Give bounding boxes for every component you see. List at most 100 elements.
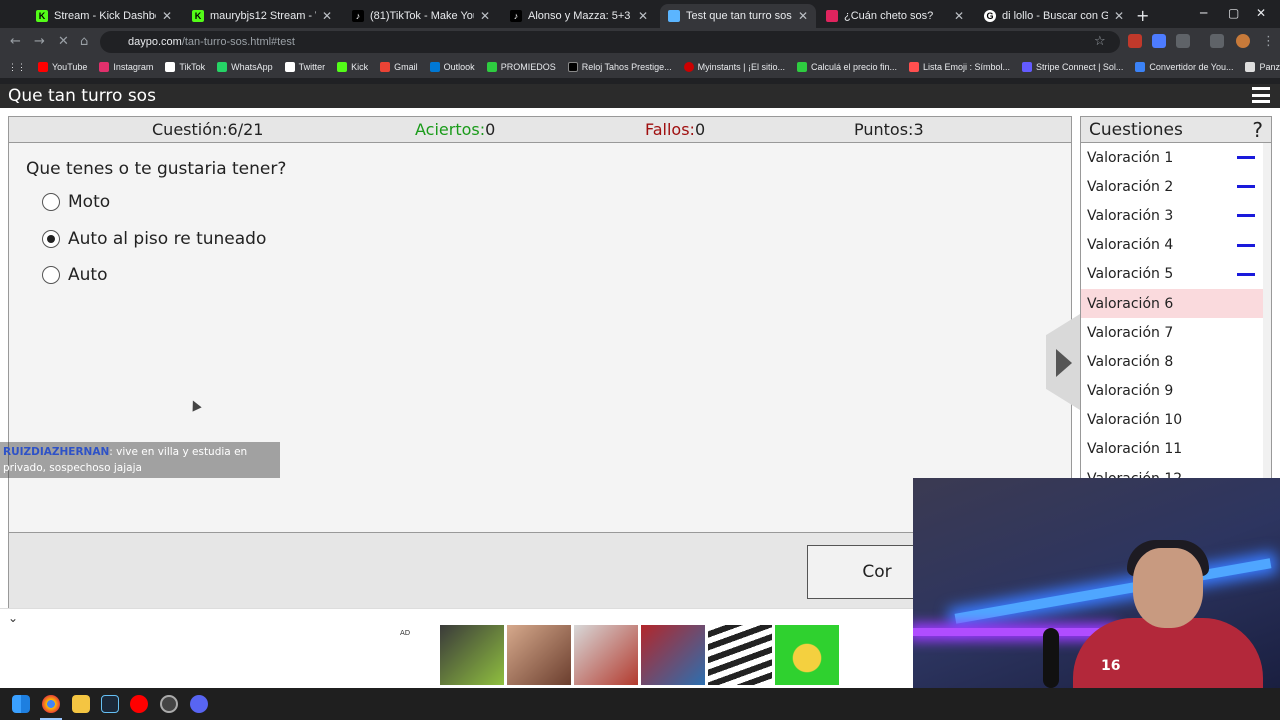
question-list-item[interactable]: Valoración 9 bbox=[1081, 377, 1271, 406]
ad-product-image[interactable] bbox=[708, 625, 772, 685]
apps-grid-icon[interactable]: ⋮⋮ bbox=[8, 62, 26, 73]
question-list-item[interactable]: Valoración 3 bbox=[1081, 201, 1271, 230]
bookmark-outlook[interactable]: Outlook bbox=[429, 62, 475, 72]
youtube-icon[interactable] bbox=[130, 695, 148, 713]
bookmark-instagram[interactable]: Instagram bbox=[99, 62, 153, 72]
answer-option-selected[interactable]: Auto al piso re tuneado bbox=[42, 229, 266, 249]
close-tab-icon[interactable]: ✕ bbox=[322, 9, 332, 23]
bookmark-myinstants[interactable]: Myinstants | ¡El sitio... bbox=[683, 62, 785, 72]
extensions-puzzle-icon[interactable] bbox=[1176, 34, 1190, 48]
question-list-item-current[interactable]: Valoración 6 bbox=[1081, 288, 1271, 319]
radio-button-checked[interactable] bbox=[42, 230, 60, 248]
hamburger-menu-icon[interactable] bbox=[1252, 87, 1270, 103]
wrong-counter: Fallos:0 bbox=[645, 120, 705, 139]
radio-button[interactable] bbox=[42, 193, 60, 211]
radio-button[interactable] bbox=[42, 266, 60, 284]
browser-menu-icon[interactable]: ⋮ bbox=[1262, 34, 1275, 49]
forward-icon[interactable]: → bbox=[34, 34, 45, 49]
question-list-item[interactable]: Valoración 10 bbox=[1081, 406, 1271, 435]
bookmark-reloj[interactable]: Reloj Tahos Prestige... bbox=[567, 62, 672, 72]
question-list-item[interactable]: Valoración 1 bbox=[1081, 143, 1271, 172]
windows-start-icon[interactable] bbox=[12, 695, 30, 713]
browser-tab[interactable]: K Stream - Kick Dashboard ✕ bbox=[28, 4, 180, 28]
bookmark-twitter[interactable]: Twitter bbox=[284, 62, 325, 72]
question-list-item[interactable]: Valoración 5 bbox=[1081, 260, 1271, 289]
ad-product-image[interactable] bbox=[574, 625, 638, 685]
close-tab-icon[interactable]: ✕ bbox=[638, 9, 648, 23]
question-list-item[interactable]: Valoración 4 bbox=[1081, 231, 1271, 260]
question-list-item[interactable]: Valoración 2 bbox=[1081, 172, 1271, 201]
bookmark-kick[interactable]: Kick bbox=[337, 62, 368, 72]
chrome-icon[interactable] bbox=[42, 695, 60, 713]
close-tab-icon[interactable]: ✕ bbox=[1114, 9, 1124, 23]
discord-icon[interactable] bbox=[190, 695, 208, 713]
question-item-label: Valoración 1 bbox=[1087, 149, 1174, 166]
obs-icon[interactable] bbox=[160, 695, 178, 713]
file-explorer-icon[interactable] bbox=[72, 695, 90, 713]
minimize-icon[interactable]: ─ bbox=[1200, 6, 1207, 20]
question-item-label: Valoración 5 bbox=[1087, 266, 1174, 283]
bookmark-convertidor[interactable]: Convertidor de You... bbox=[1135, 62, 1233, 72]
bookmark-calculadora[interactable]: Calculá el precio fin... bbox=[796, 62, 897, 72]
help-icon[interactable]: ? bbox=[1252, 118, 1263, 142]
profile-avatar[interactable] bbox=[1236, 34, 1250, 48]
reading-list-icon[interactable] bbox=[1210, 34, 1224, 48]
browser-tab[interactable]: ¿Cuán cheto sos? ✕ bbox=[818, 4, 972, 28]
maximize-icon[interactable]: ▢ bbox=[1228, 6, 1239, 20]
browser-tab[interactable]: ♪ Alonso y Mazza: 5+3 Momentos ✕ bbox=[502, 4, 656, 28]
question-item-label: Valoración 7 bbox=[1087, 324, 1174, 341]
bookmark-promiedos[interactable]: PROMIEDOS bbox=[486, 62, 556, 72]
daypo-icon bbox=[668, 10, 680, 22]
home-icon[interactable]: ⌂ bbox=[80, 34, 88, 49]
ad-product-image[interactable] bbox=[507, 625, 571, 685]
ad-product-image[interactable] bbox=[440, 625, 504, 685]
extension-icon[interactable] bbox=[1128, 34, 1142, 48]
webcam-overlay: 16 bbox=[913, 478, 1280, 688]
close-tab-icon[interactable]: ✕ bbox=[480, 9, 490, 23]
question-list-item[interactable]: Valoración 7 bbox=[1081, 318, 1271, 347]
bookmark-whatsapp[interactable]: WhatsApp bbox=[217, 62, 273, 72]
kick-icon: K bbox=[36, 10, 48, 22]
steam-icon[interactable] bbox=[101, 695, 119, 713]
bookmark-label: Lista Emoji : Símbol... bbox=[923, 62, 1011, 72]
tab-title: Alonso y Mazza: 5+3 Momentos bbox=[528, 10, 632, 22]
new-tab-button[interactable]: + bbox=[1136, 6, 1149, 25]
bookmark-youtube[interactable]: YouTube bbox=[38, 62, 87, 72]
bookmark-emoji[interactable]: Lista Emoji : Símbol... bbox=[909, 62, 1010, 72]
chat-username: RUIZDIAZHERNAN bbox=[3, 446, 110, 458]
address-bar[interactable]: daypo.com/tan-turro-sos.html#test bbox=[100, 31, 1120, 53]
browser-tab[interactable]: ♪ (81)TikTok - Make Your Day ✕ bbox=[344, 4, 498, 28]
close-tab-icon[interactable]: ✕ bbox=[798, 9, 808, 23]
close-tab-icon[interactable]: ✕ bbox=[954, 9, 964, 23]
browser-tab[interactable]: Gdi lollo - Buscar con Google ✕ bbox=[976, 4, 1132, 28]
collapse-ad-chevron-icon[interactable]: ⌄ bbox=[8, 611, 18, 625]
stat-value: 3 bbox=[913, 120, 924, 139]
extension-icon[interactable] bbox=[1152, 34, 1166, 48]
answer-option[interactable]: Auto bbox=[42, 265, 107, 285]
window-close-icon[interactable]: ✕ bbox=[1256, 6, 1266, 20]
bookmark-label: Outlook bbox=[443, 62, 475, 72]
ad-product-image[interactable] bbox=[775, 625, 839, 685]
bookmark-stripe[interactable]: Stripe Connect | Sol... bbox=[1022, 62, 1123, 72]
back-icon[interactable]: ← bbox=[10, 34, 21, 49]
close-tab-icon[interactable]: ✕ bbox=[162, 9, 172, 23]
stop-loading-icon[interactable]: ✕ bbox=[58, 34, 69, 49]
question-list-item[interactable]: Valoración 8 bbox=[1081, 347, 1271, 376]
answer-option[interactable]: Moto bbox=[42, 192, 110, 212]
myinstants-icon bbox=[683, 62, 694, 72]
bookmark-tiktok[interactable]: TikTok bbox=[165, 62, 205, 72]
google-icon: G bbox=[984, 10, 996, 22]
correct-counter: Aciertos:0 bbox=[415, 120, 495, 139]
bookmark-label: Convertidor de You... bbox=[1149, 62, 1234, 72]
question-list-item[interactable]: Valoración 11 bbox=[1081, 435, 1271, 464]
bookmark-star-icon[interactable]: ☆ bbox=[1094, 34, 1106, 49]
tiktok-icon: ♪ bbox=[510, 10, 522, 22]
bookmark-gmail[interactable]: Gmail bbox=[380, 62, 418, 72]
ad-product-image[interactable] bbox=[641, 625, 705, 685]
answered-mark-icon bbox=[1237, 272, 1255, 276]
folder-icon bbox=[1245, 62, 1256, 72]
stat-label: Fallos: bbox=[645, 120, 695, 139]
browser-tab-active[interactable]: Test que tan turro sos ✕ bbox=[660, 4, 816, 28]
browser-tab[interactable]: Kmaurybjs12 Stream - Watch Live ✕ bbox=[184, 4, 340, 28]
bookmark-panzoid[interactable]: Panzoid bbox=[1245, 62, 1280, 72]
